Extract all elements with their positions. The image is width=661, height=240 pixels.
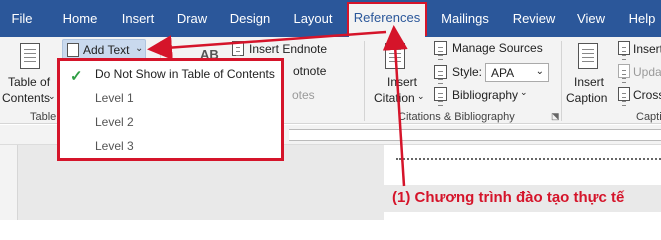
show-notes-button[interactable]: otes — [292, 88, 315, 102]
manage-sources-button[interactable]: Manage Sources — [452, 41, 543, 55]
bibliography-button[interactable]: Bibliography — [452, 88, 518, 102]
page-divider-line — [396, 158, 661, 160]
citations-group-label: Citations & Bibliography — [398, 111, 515, 123]
menu-item-do-not-show[interactable]: ✓ Do Not Show in Table of Contents — [60, 63, 281, 87]
insert-table-of-figures-button[interactable]: Insert — [633, 42, 661, 56]
manage-sources-icon — [434, 41, 447, 55]
tab-view[interactable]: View — [574, 0, 608, 37]
menu-item-level-2[interactable]: Level 2 — [60, 111, 281, 135]
style-icon — [434, 65, 447, 79]
insert-citation-label-2[interactable]: Citation — [374, 91, 415, 105]
tab-insert[interactable]: Insert — [116, 0, 160, 37]
insert-citation-icon — [385, 43, 405, 69]
tab-draw[interactable]: Draw — [173, 0, 211, 37]
add-text-icon — [67, 43, 79, 57]
annotation-caption-box: (1) Chương trình đào tạo thực tế — [384, 185, 661, 212]
insert-caption-label-1[interactable]: Insert — [574, 75, 604, 89]
menu-item-label: Level 1 — [95, 91, 134, 105]
toc-group-label: Table — [30, 111, 57, 123]
add-text-label: Add Text — [83, 43, 130, 57]
insert-caption-icon — [578, 43, 598, 69]
insert-table-of-figures-icon — [618, 41, 630, 55]
insert-citation-label-1[interactable]: Insert — [387, 75, 417, 89]
table-of-contents-icon — [20, 43, 40, 69]
menu-item-label: Level 3 — [95, 139, 134, 153]
insert-endnote-icon — [232, 41, 244, 56]
bibliography-chevron-icon[interactable]: ⌄ — [520, 87, 528, 98]
menu-item-level-3[interactable]: Level 3 — [60, 135, 281, 159]
tab-file[interactable]: File — [2, 0, 42, 37]
next-footnote-button[interactable]: otnote — [293, 64, 326, 78]
bibliography-icon — [434, 87, 447, 101]
chevron-down-icon: ⌄ — [535, 66, 544, 77]
menu-item-level-1[interactable]: Level 1 — [60, 87, 281, 111]
tab-mailings[interactable]: Mailings — [439, 0, 491, 37]
update-table-button[interactable]: Upda — [633, 65, 661, 79]
checkmark-icon: ✓ — [70, 68, 83, 85]
tab-home[interactable]: Home — [55, 0, 105, 37]
dialog-launcher-icon[interactable]: ⬔ — [551, 111, 560, 122]
citation-chevron-icon[interactable]: ⌄ — [417, 91, 425, 102]
add-text-button[interactable]: Add Text ⌄ — [62, 39, 146, 60]
cross-reference-icon — [618, 87, 630, 101]
update-table-icon — [618, 64, 630, 78]
menu-item-label: Do Not Show in Table of Contents — [95, 67, 275, 81]
toc-label-2[interactable]: Contents — [2, 91, 50, 105]
cross-reference-button[interactable]: Cross — [633, 88, 661, 102]
tab-help[interactable]: Help — [624, 0, 660, 37]
tab-layout[interactable]: Layout — [288, 0, 338, 37]
style-label: Style: — [452, 65, 483, 79]
tab-design[interactable]: Design — [226, 0, 274, 37]
toc-label-1[interactable]: Table of — [8, 75, 50, 89]
vertical-ruler — [0, 145, 18, 220]
style-select[interactable]: APA ⌄ — [485, 63, 549, 82]
ruler-text-area[interactable] — [289, 129, 661, 141]
tab-review[interactable]: Review — [509, 0, 559, 37]
menu-item-label: Level 2 — [95, 115, 134, 129]
style-select-value: APA — [491, 66, 515, 80]
tab-bar: File Home Insert Draw Design Layout Refe… — [0, 0, 661, 37]
captions-group-label: Capti — [636, 111, 661, 123]
insert-caption-label-2[interactable]: Caption — [566, 91, 607, 105]
toc-chevron-icon[interactable]: ⌄ — [48, 91, 56, 102]
insert-endnote-button[interactable]: Insert Endnote — [249, 42, 327, 56]
annotation-caption: (1) Chương trình đào tạo thực tế — [392, 189, 625, 206]
chevron-down-icon: ⌄ — [135, 43, 144, 54]
add-text-dropdown: ✓ Do Not Show in Table of Contents Level… — [57, 58, 284, 161]
references-highlight-box — [347, 2, 427, 36]
